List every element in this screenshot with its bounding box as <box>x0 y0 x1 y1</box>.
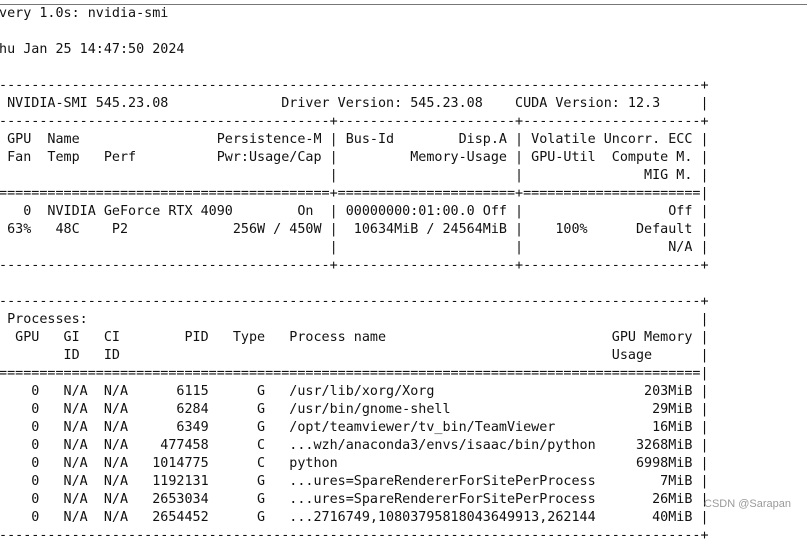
gpu-row: | | | N/A | <box>0 240 709 255</box>
gpu-table-header-row: | Fan Temp Perf Pwr:Usage/Cap | Memory-U… <box>0 150 709 165</box>
process-table-border-top: +---------------------------------------… <box>0 294 709 309</box>
process-row: | 0 N/A N/A 2654452 G ...2716749,1080379… <box>0 510 709 525</box>
process-table-header-row: | GPU GI CI PID Type Process name GPU Me… <box>0 330 709 345</box>
gpu-row: | 63% 48C P2 256W / 450W | 10634MiB / 24… <box>0 222 709 237</box>
gpu-table-header-row: | GPU Name Persistence-M | Bus-Id Disp.A… <box>0 132 709 147</box>
table-border-bottom: +---------------------------------------… <box>0 258 709 273</box>
smi-version-header: | NVIDIA-SMI 545.23.08 Driver Version: 5… <box>0 96 709 111</box>
gpu-row: | 0 NVIDIA GeForce RTX 4090 On | 0000000… <box>0 204 709 219</box>
table-separator: |---------------------------------------… <box>0 114 709 129</box>
process-row: | 0 N/A N/A 1192131 G ...ures=SpareRende… <box>0 474 709 489</box>
process-table-header-row: | ID ID Usage | <box>0 348 709 363</box>
timestamp: Thu Jan 25 14:47:50 2024 <box>0 42 185 57</box>
process-row: | 0 N/A N/A 6284 G /usr/bin/gnome-shell … <box>0 402 709 417</box>
terminal-output: Every 1.0s: nvidia-smi Thu Jan 25 14:47:… <box>0 4 807 545</box>
table-header-separator: |=======================================… <box>0 186 709 201</box>
process-row: | 0 N/A N/A 2653034 G ...ures=SpareRende… <box>0 492 709 507</box>
process-table-border-bottom: +---------------------------------------… <box>0 528 709 543</box>
csdn-watermark: CSDN @Sarapan <box>704 498 791 510</box>
watch-command-line: Every 1.0s: nvidia-smi <box>0 6 169 21</box>
table-border-top: +---------------------------------------… <box>0 78 709 93</box>
process-row: | 0 N/A N/A 6115 G /usr/lib/xorg/Xorg 20… <box>0 384 709 399</box>
process-row: | 0 N/A N/A 6349 G /opt/teamviewer/tv_bi… <box>0 420 709 435</box>
gpu-table-header-row: | | | MIG M. | <box>0 168 709 183</box>
process-row: | 0 N/A N/A 477458 C ...wzh/anaconda3/en… <box>0 438 709 453</box>
process-table-header-separator: |=======================================… <box>0 366 709 381</box>
processes-title: | Processes: | <box>0 312 709 327</box>
process-row: | 0 N/A N/A 1014775 C python 6998MiB | <box>0 456 709 471</box>
